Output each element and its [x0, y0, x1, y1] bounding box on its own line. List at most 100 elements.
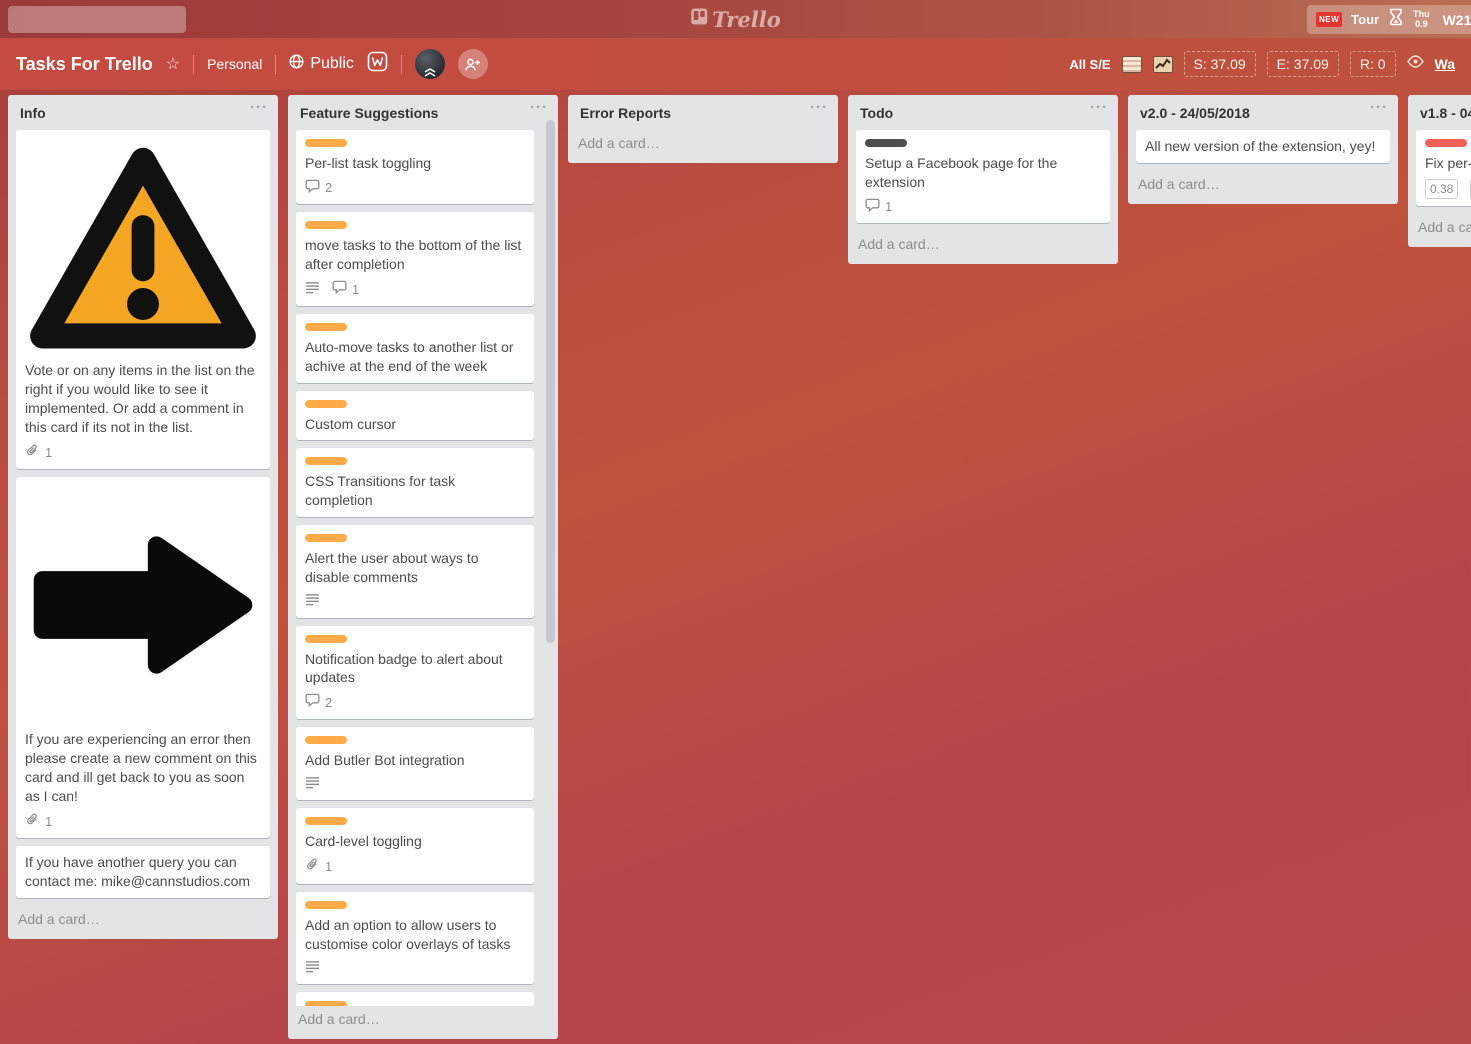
board-header-left: Tasks For Trello ☆ Personal Public	[16, 49, 488, 79]
card[interactable]: Add Butler Bot integration	[296, 727, 534, 800]
list-menu-icon[interactable]: ···	[810, 99, 828, 116]
visibility-public[interactable]: Public	[289, 54, 354, 74]
card-badges	[305, 776, 525, 794]
avatar[interactable]	[415, 49, 445, 79]
list-menu-icon[interactable]: ···	[1090, 99, 1108, 116]
card[interactable]: All new version of the extension, yey!	[1136, 130, 1390, 163]
add-card-button[interactable]: Add a card…	[1128, 171, 1398, 200]
chart-icon[interactable]	[1153, 56, 1173, 73]
card-badges	[305, 593, 525, 611]
add-card-button[interactable]: Add a card…	[568, 130, 838, 159]
card-labels	[305, 534, 525, 542]
list-info: Info··· Vote or on any items in the list …	[8, 95, 278, 939]
card[interactable]: Per-list task toggling 2	[296, 130, 534, 204]
card[interactable]: If you have another query you can contac…	[16, 846, 270, 898]
warning-triangle-image	[25, 143, 261, 351]
card[interactable]: Custom cursor	[296, 391, 534, 441]
comment-badge: 1	[332, 280, 359, 299]
add-card-button[interactable]: Add a card…	[8, 906, 278, 935]
badge-count: 1	[45, 813, 52, 831]
card-labels	[865, 139, 1101, 147]
card[interactable]: Alert the user about ways to disable com…	[296, 525, 534, 617]
add-card-button[interactable]: Add a card…	[848, 231, 1118, 260]
extension-status-box: NEW Tour Thu 0.9 W21 Less	[1307, 5, 1471, 34]
card[interactable]: Notification badge to alert about update…	[296, 626, 534, 719]
card[interactable]: Vote or on any items in the list on the …	[16, 130, 270, 469]
day-stat: Thu 0.9	[1413, 10, 1430, 29]
description-icon	[305, 593, 320, 611]
stat-s[interactable]: S: 37.09	[1184, 51, 1256, 77]
hourglass-icon[interactable]	[1388, 8, 1404, 32]
add-member-button[interactable]	[458, 49, 488, 79]
list-title[interactable]: Todo	[848, 95, 1118, 128]
card[interactable]: move tasks to the bottom of the list aft…	[296, 212, 534, 305]
card-badges: 1	[305, 857, 525, 877]
stat-e[interactable]: E: 37.09	[1267, 51, 1339, 77]
card-badges	[305, 960, 525, 978]
card[interactable]: Auto-move tasks to another list or achiv…	[296, 314, 534, 383]
card-labels	[305, 635, 525, 643]
list-feature-suggestions: Feature Suggestions··· Per-list task togg…	[288, 95, 558, 1039]
card-list: Fix per-0.380	[1408, 128, 1471, 206]
list-title[interactable]: Error Reports	[568, 95, 838, 128]
star-icon[interactable]: ☆	[166, 54, 180, 74]
trello-logo[interactable]: Trello	[690, 0, 781, 38]
card-title: Add Butler Bot integration	[305, 751, 525, 770]
board-title[interactable]: Tasks For Trello	[16, 54, 153, 75]
card[interactable]: Fix per-0.380	[1416, 130, 1471, 206]
list-title[interactable]: Info	[8, 95, 278, 128]
description-icon	[305, 776, 320, 794]
attachment-icon	[25, 443, 40, 463]
watch-link[interactable]: Wa	[1435, 56, 1455, 72]
card[interactable]: Add an option to allow users to customis…	[296, 892, 534, 984]
card[interactable]: Add a dropdown to archive all completed …	[296, 992, 534, 1006]
powerup-icon[interactable]	[367, 51, 388, 77]
card-labels	[305, 817, 525, 825]
divider	[401, 55, 402, 74]
arrow-right-image	[25, 490, 261, 720]
personal-menu[interactable]: Personal	[207, 56, 262, 72]
list-title[interactable]: v1.8 - 04	[1408, 95, 1471, 128]
search-input[interactable]	[8, 6, 186, 33]
add-card-button[interactable]: Add a card…	[288, 1006, 558, 1035]
card-title: Per-list task toggling	[305, 154, 525, 173]
public-label: Public	[310, 55, 354, 73]
card-badges: 2	[305, 179, 525, 198]
list-menu-icon[interactable]: ···	[530, 99, 548, 116]
list-menu-icon[interactable]: ···	[250, 99, 268, 116]
board-canvas: Info···Vote or on any items in the list …	[0, 90, 1471, 1044]
card-title: Add an option to allow users to customis…	[305, 916, 525, 954]
list-menu-icon[interactable]: ···	[1370, 99, 1388, 116]
card-badges: 1	[25, 812, 261, 832]
card[interactable]: Card-level toggling1	[296, 808, 534, 883]
badge-count: 2	[325, 694, 332, 712]
card-labels	[1425, 139, 1471, 147]
divider	[275, 55, 276, 74]
trello-logo-text: Trello	[712, 7, 781, 32]
card[interactable]: Setup a Facebook page for the extension1	[856, 130, 1110, 223]
list-title[interactable]: v2.0 - 24/05/2018	[1128, 95, 1398, 128]
list-scrollbar-thumb[interactable]	[546, 120, 555, 643]
card[interactable]: If you are experiencing an error then pl…	[16, 477, 270, 838]
card-labels	[305, 901, 525, 909]
all-se-label: All S/E	[1069, 57, 1110, 72]
list-title[interactable]: Feature Suggestions	[288, 95, 558, 128]
task-list-icon[interactable]	[1122, 56, 1142, 73]
attachment-badge: 1	[305, 857, 332, 877]
card-title: Custom cursor	[305, 415, 525, 434]
card-labels	[305, 457, 525, 465]
trello-board-icon	[690, 8, 707, 30]
card-title: Vote or on any items in the list on the …	[25, 361, 261, 437]
week-stat: W21	[1443, 12, 1471, 28]
card-badges: 1	[865, 198, 1101, 217]
eye-icon[interactable]	[1407, 55, 1424, 73]
card-list: All new version of the extension, yey!	[1128, 128, 1398, 163]
stat-r[interactable]: R: 0	[1350, 51, 1396, 77]
card-label-orange	[305, 635, 347, 643]
card-label-black	[865, 139, 907, 147]
add-card-button[interactable]: Add a card…	[1408, 214, 1471, 243]
tour-button[interactable]: Tour	[1351, 12, 1379, 27]
comment-icon	[865, 198, 880, 217]
search-box[interactable]	[8, 6, 186, 33]
card[interactable]: CSS Transitions for task completion	[296, 448, 534, 517]
